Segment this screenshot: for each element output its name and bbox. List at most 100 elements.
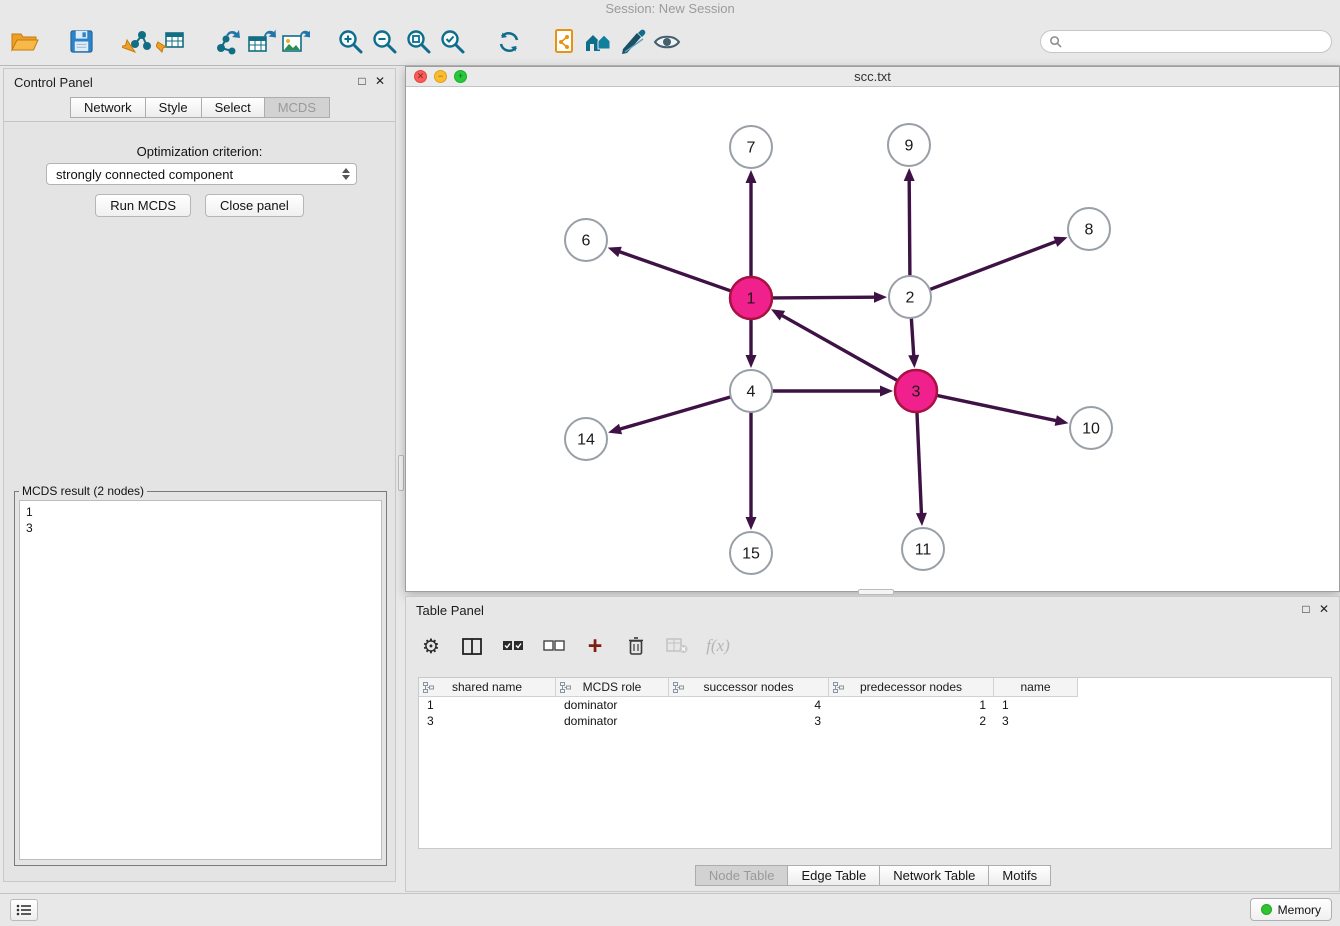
cell-shared-name[interactable]: 1: [419, 697, 556, 713]
cell-shared-name[interactable]: 3: [419, 713, 556, 729]
export-image-icon[interactable]: [278, 25, 312, 59]
graph-edge-4-14[interactable]: [621, 397, 730, 429]
delete-column-trash-icon[interactable]: [623, 633, 649, 659]
network-window: ✕ − + scc.txt 7 9 6 8 1 2 4 3 14 10 15 11: [405, 66, 1340, 592]
table-row[interactable]: 3 dominator 3 2 3: [419, 713, 1331, 729]
zoom-fit-icon[interactable]: [402, 25, 436, 59]
column-type-icon: [833, 682, 844, 693]
zoom-out-icon[interactable]: [368, 25, 402, 59]
graph-node-9[interactable]: 9: [888, 124, 930, 166]
optimization-criterion-select[interactable]: strongly connected component: [46, 163, 357, 185]
network-canvas[interactable]: 7 9 6 8 1 2 4 3 14 10 15 11: [406, 87, 1339, 591]
float-table-panel-icon[interactable]: □: [1299, 602, 1313, 616]
import-network-file-icon[interactable]: [120, 25, 154, 59]
deselect-all-icon[interactable]: [541, 633, 567, 659]
refresh-layout-icon[interactable]: [492, 25, 526, 59]
graph-node-11[interactable]: 11: [902, 528, 944, 570]
mcds-result-list[interactable]: 1 3: [19, 500, 382, 860]
first-neighbors-icon[interactable]: [582, 25, 616, 59]
select-all-check-icon[interactable]: [500, 633, 526, 659]
graph-node-2[interactable]: 2: [889, 276, 931, 318]
graph-edge-1-2[interactable]: [773, 297, 874, 298]
zoom-selected-icon[interactable]: [436, 25, 470, 59]
status-menu-button[interactable]: [10, 899, 38, 921]
show-hide-eye-icon[interactable]: [650, 25, 684, 59]
export-table-icon[interactable]: [244, 25, 278, 59]
export-network-icon[interactable]: [210, 25, 244, 59]
cell-predecessor-nodes[interactable]: 1: [829, 697, 994, 713]
cell-name[interactable]: 3: [994, 713, 1078, 729]
graph-edge-3-11[interactable]: [917, 413, 921, 513]
graph-edge-3-10[interactable]: [938, 396, 1056, 421]
tab-mcds[interactable]: MCDS: [264, 97, 330, 118]
svg-text:8: 8: [1085, 222, 1094, 239]
table-row[interactable]: 1 dominator 4 1 1: [419, 697, 1331, 713]
mcds-result-title: MCDS result (2 nodes): [19, 484, 147, 498]
cell-name[interactable]: 1: [994, 697, 1078, 713]
cell-predecessor-nodes[interactable]: 2: [829, 713, 994, 729]
graph-edge-2-8[interactable]: [931, 242, 1056, 289]
close-panel-icon[interactable]: ✕: [373, 74, 387, 88]
graph-node-15[interactable]: 15: [730, 532, 772, 574]
open-document-share-icon[interactable]: [548, 25, 582, 59]
cell-mcds-role[interactable]: dominator: [556, 697, 669, 713]
tab-style[interactable]: Style: [145, 97, 202, 118]
save-session-icon[interactable]: [64, 25, 98, 59]
horizontal-splitter-handle[interactable]: [858, 589, 894, 595]
table-panel-tabs: Node Table Edge Table Network Table Moti…: [406, 865, 1339, 886]
window-titlebar[interactable]: Session: New Session: [0, 0, 1340, 18]
column-header-successor-nodes[interactable]: successor nodes: [669, 678, 829, 697]
memory-label: Memory: [1278, 903, 1321, 917]
graph-edge-arrowhead: [874, 292, 887, 303]
graph-edge-2-3[interactable]: [911, 319, 913, 355]
cell-successor-nodes[interactable]: 4: [669, 697, 829, 713]
table-toolbar: ⚙ +: [418, 627, 731, 665]
memory-button[interactable]: Memory: [1250, 898, 1332, 921]
function-fx-icon: f(x): [705, 633, 731, 659]
tab-network[interactable]: Network: [70, 97, 146, 118]
column-header-predecessor-nodes[interactable]: predecessor nodes: [829, 678, 994, 697]
column-header-mcds-role[interactable]: MCDS role: [556, 678, 669, 697]
zoom-in-icon[interactable]: [334, 25, 368, 59]
close-table-panel-icon[interactable]: ✕: [1317, 602, 1331, 616]
annotation-pen-icon[interactable]: [616, 25, 650, 59]
import-table-file-icon[interactable]: [154, 25, 188, 59]
column-type-icon: [423, 682, 434, 693]
graph-node-4[interactable]: 4: [730, 370, 772, 412]
search-input[interactable]: [1067, 35, 1323, 49]
cell-successor-nodes[interactable]: 3: [669, 713, 829, 729]
open-folder-icon[interactable]: [8, 25, 42, 59]
graph-node-6[interactable]: 6: [565, 219, 607, 261]
column-type-icon: [673, 682, 684, 693]
column-header-shared-name[interactable]: shared name: [419, 678, 556, 697]
graph-node-3[interactable]: 3: [895, 370, 937, 412]
table-panel-header: Table Panel □ ✕: [406, 597, 1339, 623]
graph-node-10[interactable]: 10: [1070, 407, 1112, 449]
tab-select[interactable]: Select: [201, 97, 265, 118]
network-window-titlebar[interactable]: ✕ − + scc.txt: [406, 67, 1339, 87]
optimization-criterion-label: Optimization criterion:: [4, 144, 395, 159]
float-panel-icon[interactable]: □: [355, 74, 369, 88]
graph-node-8[interactable]: 8: [1068, 208, 1110, 250]
tab-edge-table[interactable]: Edge Table: [787, 865, 880, 886]
graph-node-14[interactable]: 14: [565, 418, 607, 460]
status-bar: Memory: [0, 893, 1340, 926]
tab-node-table[interactable]: Node Table: [695, 865, 789, 886]
settings-gear-icon[interactable]: ⚙: [418, 633, 444, 659]
graph-edge-1-6[interactable]: [620, 252, 730, 291]
graph-edge-3-1[interactable]: [782, 316, 896, 381]
column-header-name[interactable]: name: [994, 678, 1078, 697]
toolbar-search[interactable]: [1040, 30, 1332, 53]
run-mcds-button[interactable]: Run MCDS: [95, 194, 191, 217]
graph-node-1[interactable]: 1: [730, 277, 772, 319]
add-column-plus-icon[interactable]: +: [582, 633, 608, 659]
graph-edge-arrowhead: [608, 424, 622, 435]
tab-network-table[interactable]: Network Table: [879, 865, 989, 886]
close-panel-button[interactable]: Close panel: [205, 194, 304, 217]
graph-edge-2-9[interactable]: [909, 181, 910, 275]
column-panel-icon[interactable]: [459, 633, 485, 659]
cell-mcds-role[interactable]: dominator: [556, 713, 669, 729]
graph-node-7[interactable]: 7: [730, 126, 772, 168]
vertical-splitter-handle[interactable]: [398, 455, 404, 491]
tab-motifs[interactable]: Motifs: [988, 865, 1051, 886]
